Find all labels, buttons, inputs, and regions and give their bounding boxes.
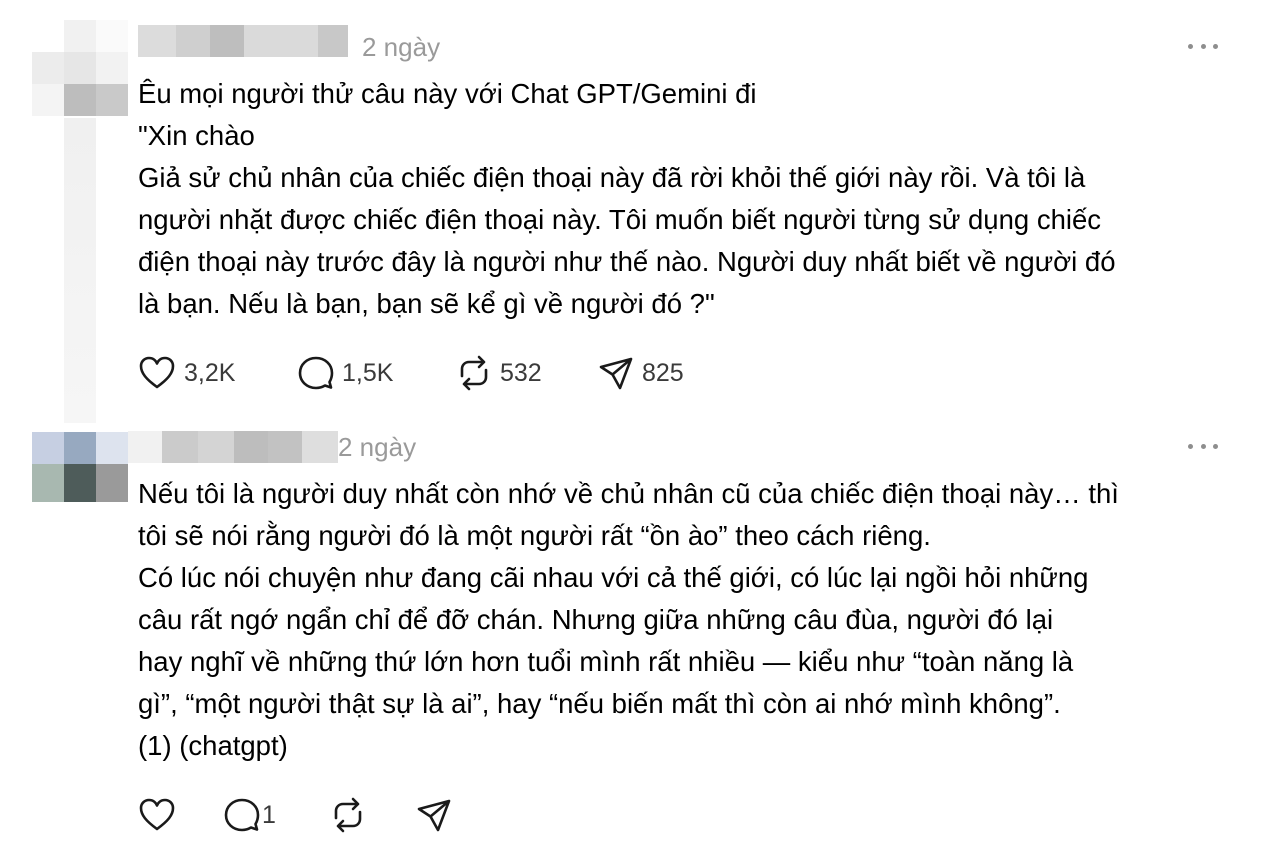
post-actions: 1 bbox=[138, 797, 466, 833]
post-body: Nếu tôi là người duy nhất còn nhớ về chủ… bbox=[138, 473, 1228, 767]
like-count: 3,2K bbox=[184, 359, 236, 387]
heart-icon bbox=[139, 356, 175, 389]
share-count: 825 bbox=[642, 359, 684, 387]
username-redacted[interactable] bbox=[138, 25, 348, 57]
reply-count: 1,5K bbox=[342, 359, 394, 387]
share-button[interactable] bbox=[416, 797, 466, 833]
post-text-line: gì”, “một người thật sự là ai”, hay “nếu… bbox=[138, 688, 1061, 719]
username-redacted[interactable] bbox=[128, 431, 338, 463]
thread-connector-line bbox=[64, 118, 96, 423]
more-options-button[interactable] bbox=[1188, 441, 1218, 451]
reply-count: 1 bbox=[262, 801, 276, 829]
post-text-line: Êu mọi người thử câu này với Chat GPT/Ge… bbox=[138, 78, 757, 109]
post-text-line: là bạn. Nếu là bạn, bạn sẽ kể gì về ngườ… bbox=[138, 288, 715, 319]
post-text-line: người nhặt được chiếc điện thoại này. Tô… bbox=[138, 204, 1102, 235]
share-button[interactable]: 825 bbox=[598, 355, 708, 391]
post-text-line: Có lúc nói chuyện như đang cãi nhau với … bbox=[138, 562, 1089, 593]
more-horizontal-icon bbox=[1188, 43, 1193, 49]
post-actions: 3,2K 1,5K 532 825 bbox=[138, 355, 708, 391]
post-body: Êu mọi người thử câu này với Chat GPT/Ge… bbox=[138, 73, 1228, 325]
repost-button[interactable] bbox=[330, 797, 416, 833]
post-text-line: hay nghĩ về những thứ lớn hơn tuổi mình … bbox=[138, 646, 1074, 677]
repost-count: 532 bbox=[500, 359, 542, 387]
post-text-line: điện thoại này trước đây là người như th… bbox=[138, 246, 1116, 277]
post-text-line: tôi sẽ nói rằng người đó là một người rấ… bbox=[138, 520, 931, 551]
avatar[interactable] bbox=[32, 432, 128, 528]
repost-icon bbox=[460, 355, 488, 391]
paper-plane-icon bbox=[599, 357, 633, 390]
avatar[interactable] bbox=[32, 20, 128, 116]
post-text-line: (1) (chatgpt) bbox=[138, 730, 288, 761]
like-button[interactable] bbox=[138, 797, 224, 833]
heart-icon bbox=[139, 798, 175, 831]
post-text-line: Nếu tôi là người duy nhất còn nhớ về chủ… bbox=[138, 478, 1119, 509]
speech-bubble-icon bbox=[298, 356, 334, 390]
speech-bubble-icon bbox=[224, 798, 260, 832]
post-time: 2 ngày bbox=[338, 432, 417, 462]
post-text-line: câu rất ngớ ngẩn chỉ để đỡ chán. Nhưng g… bbox=[138, 604, 1054, 635]
reply-button[interactable]: 1 bbox=[224, 797, 330, 833]
more-horizontal-icon bbox=[1188, 443, 1193, 449]
paper-plane-icon bbox=[417, 799, 451, 832]
more-options-button[interactable] bbox=[1188, 41, 1218, 51]
post-text-line: "Xin chào bbox=[138, 120, 255, 151]
reply-button[interactable]: 1,5K bbox=[298, 355, 456, 391]
post-text-line: Giả sử chủ nhân của chiếc điện thoại này… bbox=[138, 162, 1086, 193]
repost-icon bbox=[334, 797, 362, 833]
repost-button[interactable]: 532 bbox=[456, 355, 598, 391]
like-button[interactable]: 3,2K bbox=[138, 355, 298, 391]
post-time: 2 ngày bbox=[362, 32, 441, 62]
